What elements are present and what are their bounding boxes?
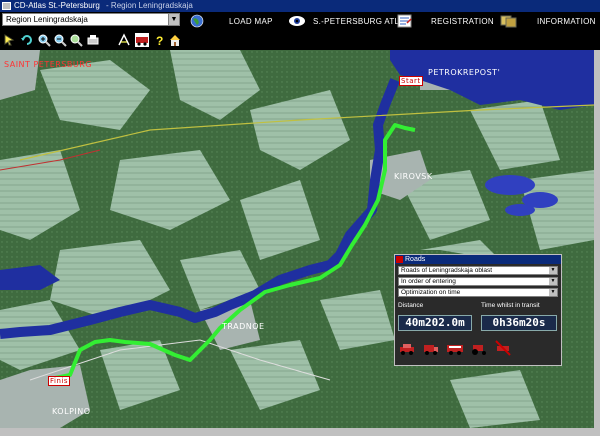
chevron-down-icon[interactable]: ▼ — [549, 278, 557, 285]
information-menu[interactable]: INFORMATION — [537, 14, 596, 30]
chevron-down-icon[interactable]: ▼ — [549, 267, 557, 274]
label-tradnoe: TRADNOE — [222, 322, 265, 331]
no-vehicle-icon[interactable] — [494, 339, 512, 357]
registration-icon[interactable] — [396, 14, 414, 28]
chevron-down-icon[interactable]: ▼ — [549, 289, 557, 296]
app-icon[interactable] — [2, 2, 11, 10]
pointer-icon[interactable] — [3, 33, 17, 47]
finish-marker[interactable]: Finis — [48, 376, 70, 386]
vehicle-options — [398, 339, 558, 361]
route-panel-title[interactable]: Roads — [395, 255, 561, 264]
distance-label: Distance — [398, 302, 424, 309]
road-type-select[interactable]: Roads of Leningradskaja oblast ▼ — [398, 266, 558, 275]
information-icon[interactable] — [500, 14, 518, 28]
road-type-value: Roads of Leningradskaja oblast — [401, 267, 493, 274]
window-subtitle: - Region Leningradskaja — [106, 1, 193, 10]
start-marker[interactable]: Start — [399, 76, 423, 86]
vertical-scrollbar[interactable] — [594, 50, 600, 428]
zoom-out-icon[interactable] — [53, 33, 67, 47]
region-select[interactable]: Region Leningradskaja ▼ — [2, 13, 180, 26]
globe-icon[interactable] — [188, 14, 206, 28]
time-display: 0h36m20s — [481, 315, 557, 331]
route-panel-title-text: Roads — [405, 256, 426, 263]
optimization-value: Optimization on time — [401, 289, 461, 296]
label-saint-petersburg: SAINT PETERSBURG — [4, 60, 93, 69]
optimization-select[interactable]: Optimization on time ▼ — [398, 288, 558, 297]
time-label: Time whilst in transit — [481, 302, 540, 309]
chevron-down-icon[interactable]: ▼ — [168, 14, 179, 25]
menu-bar: Region Leningradskaja ▼ LOAD MAP S.-PETE… — [0, 12, 600, 32]
distance-display: 40m202.0m — [398, 315, 472, 331]
label-kolpino: KOLPINO — [52, 407, 91, 416]
roads-icon — [396, 256, 403, 263]
order-select[interactable]: In order of entering ▼ — [398, 277, 558, 286]
title-bar: CD-Atlas St.-Petersburg - Region Leningr… — [0, 0, 600, 12]
route-icon[interactable] — [135, 33, 149, 47]
map-canvas[interactable] — [0, 50, 594, 428]
window-title: CD-Atlas St.-Petersburg — [14, 1, 100, 10]
map-view[interactable]: SAINT PETERSBURG PETROKREPOST' KIROVSK T… — [0, 50, 594, 428]
eye-icon[interactable] — [288, 14, 306, 28]
bus-icon[interactable] — [446, 339, 464, 357]
help-icon[interactable]: ? — [152, 33, 166, 47]
search-icon[interactable] — [69, 33, 83, 47]
region-select-value: Region Leningradskaja — [6, 15, 88, 24]
measure-icon[interactable] — [117, 33, 131, 47]
label-kirovsk: KIROVSK — [394, 172, 433, 181]
car-icon[interactable] — [398, 339, 416, 357]
load-map-menu[interactable]: LOAD MAP — [229, 14, 273, 30]
route-panel: Roads Roads of Leningradskaja oblast ▼ I… — [394, 254, 562, 366]
zoom-in-icon[interactable] — [37, 33, 51, 47]
label-petrokrepost: PETROKREPOST' — [428, 68, 501, 77]
truck-icon[interactable] — [422, 339, 440, 357]
tractor-icon[interactable] — [470, 339, 488, 357]
home-icon[interactable] — [168, 33, 182, 47]
registration-menu[interactable]: REGISTRATION — [431, 14, 494, 30]
svg-text:?: ? — [156, 34, 163, 47]
toolbar: ? — [0, 32, 600, 50]
horizontal-scrollbar[interactable] — [0, 428, 600, 436]
undo-icon[interactable] — [20, 33, 34, 47]
order-value: In order of entering — [401, 278, 456, 285]
print-icon[interactable] — [86, 33, 100, 47]
